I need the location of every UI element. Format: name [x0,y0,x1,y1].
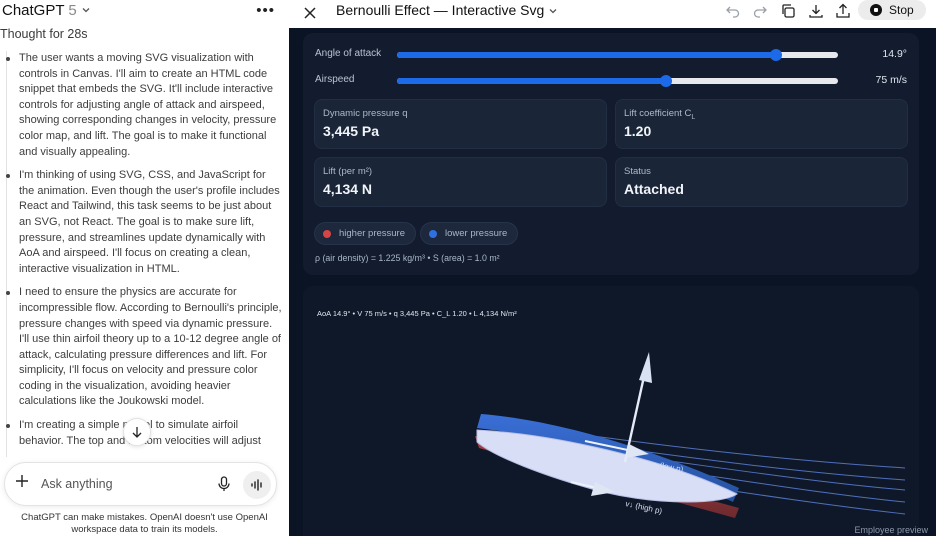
model-version: 5 [68,1,77,19]
more-options-icon[interactable]: ••• [256,2,275,19]
canvas-panel: Bernoulli Effect — Interactive Svg Stop … [289,0,936,536]
low-pressure-swatch [429,229,437,238]
legend-label: lower pressure [445,228,508,239]
scroll-down-button[interactable] [123,418,151,446]
stop-button[interactable]: Stop [858,0,926,20]
model-name: ChatGPT [2,1,65,19]
voice-mode-button[interactable] [243,471,271,499]
airspeed-value: 75 m/s [875,74,907,86]
aoa-slider-fill [397,52,777,58]
redo-icon[interactable] [752,3,768,19]
stat-lift: Lift (per m²) 4,134 N [314,157,607,207]
share-icon[interactable] [835,3,851,19]
stop-icon [870,4,882,16]
high-pressure-swatch [323,229,331,238]
arrow-down-icon [132,427,142,438]
stat-dynamic-pressure: Dynamic pressure q 3,445 Pa [314,99,607,149]
stat-label: Lift coefficient CL [624,108,696,121]
airspeed-slider-row: Airspeed 75 m/s [315,72,915,90]
waveform-icon [251,479,262,491]
viz-readout: AoA 14.9° • V 75 m/s • q 3,445 Pa • C_L … [317,309,517,318]
chevron-down-icon[interactable] [548,6,558,16]
airspeed-slider[interactable] [397,75,838,87]
composer [4,462,277,506]
airspeed-slider-fill [397,78,666,84]
visualization-card: v↑ (low p) v↓ (high p) AoA 14.9° • V 75 … [303,286,919,536]
reasoning-bullet: The user wants a moving SVG visualizatio… [6,51,282,160]
copy-icon[interactable] [780,3,796,19]
reasoning-bullet: I'm thinking of using SVG, CSS, and Java… [6,168,282,277]
microphone-icon[interactable] [217,476,231,492]
download-icon[interactable] [808,3,824,19]
aoa-label: Angle of attack [315,48,382,59]
stat-lift-coefficient: Lift coefficient CL 1.20 [615,99,908,149]
stat-value: Attached [624,181,684,197]
chevron-down-icon[interactable] [81,5,91,15]
message-input[interactable] [41,474,201,494]
stat-value: 1.20 [624,123,652,139]
stat-value: 4,134 N [323,181,373,197]
controls-card: Angle of attack 14.9° Airspeed 75 m/s Dy… [303,33,919,275]
canvas-header: Bernoulli Effect — Interactive Svg Stop [289,0,936,28]
employee-preview-label: Employee preview [854,525,928,535]
stat-status: Status Attached [615,157,908,207]
stat-label: Status [624,166,651,177]
legend-low-pressure: lower pressure [420,222,519,245]
airspeed-label: Airspeed [315,74,355,85]
legend-label: higher pressure [339,228,406,239]
reasoning-bullet: I need to ensure the physics are accurat… [6,285,282,410]
disclaimer: ChatGPT can make mistakes. OpenAI doesn'… [21,512,268,535]
aoa-value: 14.9° [882,48,907,60]
high-pressure-label: v↓ (high p) [625,499,664,516]
legend-high-pressure: higher pressure [314,222,417,245]
stat-label: Dynamic pressure q [323,108,408,119]
chat-header: ChatGPT 5 [0,0,289,20]
stat-label: Lift (per m²) [323,166,373,177]
close-icon[interactable] [303,6,317,20]
aoa-slider[interactable] [397,49,838,61]
stat-value: 3,445 Pa [323,123,380,139]
density-note: ρ (air density) = 1.225 kg/m³ • S (area)… [315,253,500,263]
undo-icon[interactable] [725,3,741,19]
aoa-slider-thumb[interactable] [770,49,783,61]
canvas-title[interactable]: Bernoulli Effect — Interactive Svg [336,2,544,18]
plus-icon[interactable] [15,474,29,488]
airfoil-visualization: v↑ (low p) v↓ (high p) [475,352,906,518]
aoa-slider-row: Angle of attack 14.9° [315,46,915,64]
stop-label: Stop [889,3,914,17]
chat-panel: ChatGPT 5 ••• Thought for 28s The user w… [0,0,289,536]
reasoning-list: The user wants a moving SVG visualizatio… [6,51,282,458]
airspeed-slider-thumb[interactable] [660,75,672,87]
model-selector[interactable]: ChatGPT 5 [2,2,77,19]
thought-duration[interactable]: Thought for 28s [0,27,88,41]
